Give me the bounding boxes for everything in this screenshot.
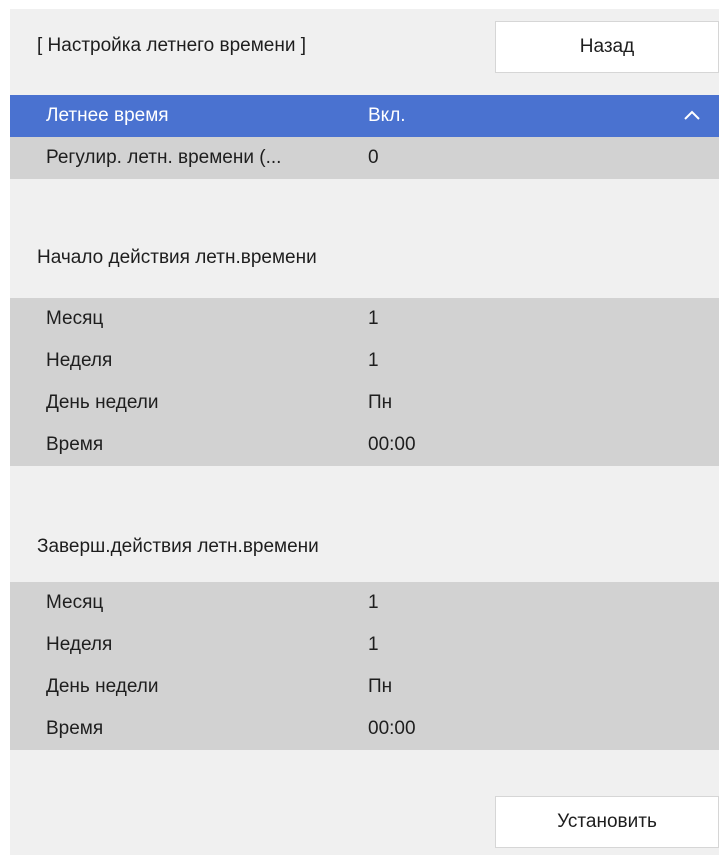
end-section-title: Заверш.действия летн.времени (37, 536, 319, 557)
start-week-value: 1 (368, 350, 379, 371)
start-section-title: Начало действия летн.времени (37, 247, 317, 268)
end-time-value: 00:00 (368, 718, 416, 739)
end-week-label: Неделя (46, 634, 113, 655)
start-weekday-label: День недели (46, 392, 159, 413)
end-week-value: 1 (368, 634, 379, 655)
end-time-label: Время (46, 718, 104, 739)
start-month-value: 1 (368, 308, 379, 329)
start-weekday-value: Пн (368, 392, 393, 413)
dst-adjust-value: 0 (368, 147, 379, 168)
start-time-row[interactable]: Время 00:00 (10, 424, 719, 466)
start-time-label: Время (46, 434, 104, 455)
start-week-label: Неделя (46, 350, 113, 371)
back-button[interactable]: Назад (495, 21, 719, 73)
page-title: [ Настройка летнего времени ] (37, 35, 307, 56)
start-month-row[interactable]: Месяц 1 (10, 298, 719, 340)
set-button[interactable]: Установить (495, 796, 719, 848)
end-weekday-row[interactable]: День недели Пн (10, 666, 719, 708)
start-time-value: 00:00 (368, 434, 416, 455)
dst-settings-panel: [ Настройка летнего времени ] Назад Летн… (10, 9, 719, 855)
dst-toggle-row[interactable]: Летнее время Вкл. (10, 95, 719, 137)
end-week-row[interactable]: Неделя 1 (10, 624, 719, 666)
end-month-value: 1 (368, 592, 379, 613)
dst-adjust-label: Регулир. летн. времени (... (46, 147, 282, 168)
end-month-row[interactable]: Месяц 1 (10, 582, 719, 624)
end-weekday-label: День недели (46, 676, 159, 697)
start-weekday-row[interactable]: День недели Пн (10, 382, 719, 424)
dst-toggle-value: Вкл. (368, 105, 406, 126)
start-month-label: Месяц (46, 308, 104, 329)
chevron-up-icon[interactable] (683, 108, 701, 122)
start-week-row[interactable]: Неделя 1 (10, 340, 719, 382)
end-month-label: Месяц (46, 592, 104, 613)
end-time-row[interactable]: Время 00:00 (10, 708, 719, 750)
dst-toggle-label: Летнее время (46, 105, 169, 126)
dst-adjust-row[interactable]: Регулир. летн. времени (... 0 (10, 137, 719, 179)
end-weekday-value: Пн (368, 676, 393, 697)
